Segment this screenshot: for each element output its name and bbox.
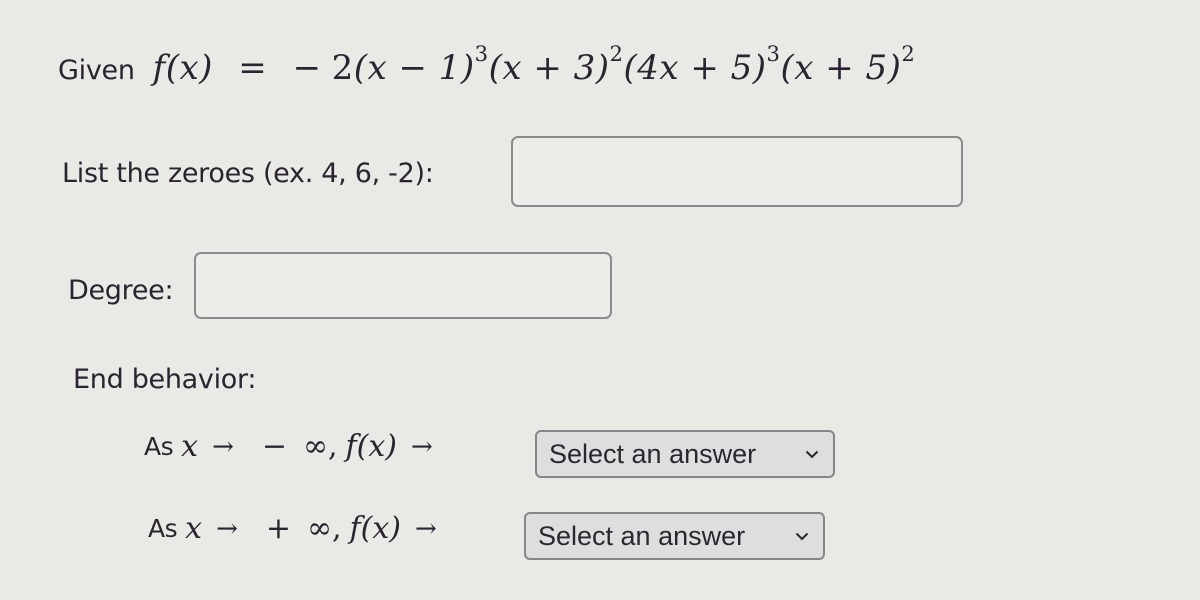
function-statement: Given f(x) = −2(x − 1)3(x + 3)2(4x + 5)3… [58, 41, 916, 88]
end-behavior-row-positive: As x → + ∞, f(x) → [148, 511, 451, 546]
given-label: Given [58, 55, 135, 86]
factor-3: (4x + 5)3 [623, 41, 781, 88]
end-behavior-row-negative: As x → − ∞, f(x) → [144, 429, 447, 464]
degree-input[interactable] [194, 252, 612, 319]
fx-label: f(x) [345, 429, 397, 464]
sign-negative: − [261, 429, 287, 464]
coefficient: 2 [331, 48, 354, 88]
function-expression: f(x) = −2(x − 1)3(x + 3)2(4x + 5)3(x + 5… [152, 41, 916, 88]
end-behavior-select-positive[interactable]: Select an answer [524, 512, 825, 560]
infinity-symbol: ∞, [307, 511, 342, 546]
chevron-down-icon [803, 445, 821, 463]
equals-sign: = [238, 48, 268, 88]
exponent-4: 2 [901, 41, 916, 67]
factor-4: (x + 5)2 [780, 41, 916, 88]
factor-2: (x + 3)2 [488, 41, 624, 88]
as-word: As [144, 432, 174, 461]
as-word: As [148, 514, 178, 543]
var-x: x [181, 429, 199, 464]
chevron-down-icon [793, 527, 811, 545]
sign-positive: + [265, 511, 291, 546]
arrow-icon: → [414, 513, 437, 544]
select-label: Select an answer [538, 520, 746, 551]
var-x: x [185, 511, 203, 546]
select-label: Select an answer [549, 438, 757, 469]
zeroes-label: List the zeroes (ex. 4, 6, -2): [62, 158, 434, 189]
factor-1: (x − 1)3 [353, 41, 489, 88]
arrow-icon: → [410, 431, 433, 462]
degree-label: Degree: [68, 275, 174, 306]
end-behavior-label: End behavior: [73, 364, 257, 395]
exponent-2: 2 [609, 41, 624, 67]
exponent-3: 3 [766, 41, 781, 67]
leading-sign: − [292, 48, 322, 88]
zeroes-input[interactable] [511, 136, 963, 207]
exponent-1: 3 [474, 41, 489, 67]
arrow-icon: → [216, 513, 238, 544]
end-behavior-select-negative[interactable]: Select an answer [535, 430, 835, 478]
infinity-symbol: ∞, [303, 429, 338, 464]
function-lhs: f(x) [152, 48, 213, 88]
fx-label: f(x) [349, 511, 401, 546]
arrow-icon: → [212, 431, 234, 462]
